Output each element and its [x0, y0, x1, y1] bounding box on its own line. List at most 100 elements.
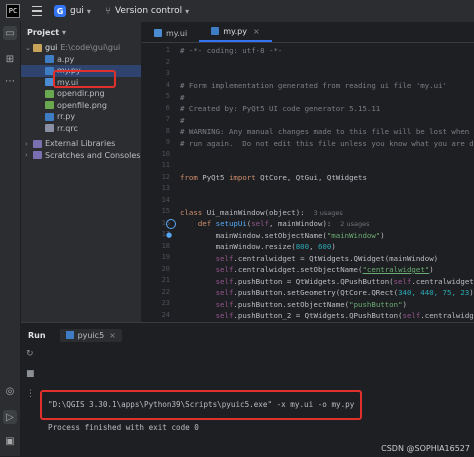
- class-marker-icon[interactable]: [166, 219, 176, 229]
- tree-item[interactable]: rr.qrc: [21, 123, 141, 135]
- code-line: # run again. Do not edit this file unles…: [180, 138, 474, 148]
- tree-item-label: External Libraries: [45, 139, 116, 149]
- usages-hint[interactable]: 3 usages: [314, 209, 343, 217]
- code-line: self.pushButton.setObjectName("pushButto…: [180, 300, 407, 309]
- number-literal: 340, 440, 75, 23: [398, 288, 470, 297]
- keyword: def: [197, 219, 212, 228]
- run-header: Run pyuic5 ×: [21, 323, 474, 347]
- code-line: #: [180, 92, 185, 102]
- code-text: )): [469, 288, 474, 297]
- usages-hint[interactable]: 2 usages: [340, 220, 369, 228]
- line-number: 10: [161, 149, 170, 158]
- more-tools-icon[interactable]: ⋯: [3, 74, 17, 88]
- code-line: self.centralwidget.setObjectName("centra…: [180, 265, 434, 274]
- project-tool-icon[interactable]: ▭: [3, 26, 17, 40]
- line-number: 8: [165, 126, 170, 135]
- string-literal: "mainWindow": [326, 230, 381, 240]
- line-number-gutter: 1234567891011121314151617181920212223242…: [142, 43, 172, 342]
- main-menu-icon[interactable]: [32, 6, 42, 16]
- code-text: ): [331, 242, 336, 251]
- line-number: 13: [161, 184, 170, 192]
- tree-item[interactable]: rr.py: [21, 111, 141, 123]
- chevron-down-icon[interactable]: ▾: [185, 7, 189, 16]
- rerun-icon[interactable]: ↻: [26, 349, 34, 359]
- tree-item[interactable]: › External Libraries: [21, 138, 141, 150]
- more-icon[interactable]: ⋮: [26, 389, 35, 399]
- terminal-icon[interactable]: ▣: [3, 434, 17, 448]
- tree-item[interactable]: opendir.png: [21, 88, 141, 100]
- version-control-menu[interactable]: Version control: [115, 6, 182, 16]
- python-file-icon: [211, 27, 220, 35]
- tree-item[interactable]: ⌄ gui E:\code\gui\gui: [21, 42, 141, 54]
- pycharm-logo-icon[interactable]: PC: [6, 4, 20, 18]
- code-line: # WARNING: Any manual changes made to th…: [180, 127, 474, 136]
- run-tab-label: pyuic5: [77, 330, 105, 340]
- line-number: 14: [161, 195, 170, 204]
- code-line: def setupUi(self, mainWindow): 2 usages: [180, 219, 370, 228]
- resource-file-icon: [45, 124, 54, 133]
- run-tool-icon[interactable]: ▷: [3, 410, 17, 424]
- stop-icon[interactable]: ■: [26, 369, 35, 379]
- python-file-icon: [65, 331, 74, 339]
- project-name[interactable]: gui: [70, 6, 84, 16]
- close-icon[interactable]: ×: [109, 331, 116, 340]
- code-text: Ui_mainWindow: [202, 207, 265, 217]
- number-literal: 600: [317, 242, 332, 251]
- chevron-down-icon[interactable]: ▾: [62, 28, 66, 37]
- number-literal: 800: [295, 242, 310, 251]
- code-text: (object):: [264, 207, 305, 217]
- tree-item-label: rr.py: [57, 112, 76, 122]
- watermark: CSDN @SOPHIA16527: [381, 444, 470, 453]
- tree-item[interactable]: a.py: [21, 54, 141, 66]
- tree-item[interactable]: › Scratches and Consoles: [21, 150, 141, 162]
- keyword: from: [180, 173, 198, 182]
- code-text: .centralwidget.setObjectName(: [233, 265, 363, 274]
- line-number: 23: [161, 299, 170, 307]
- code-area[interactable]: # -*- coding: utf-8 -*- # Form implement…: [180, 43, 474, 323]
- line-number: 18: [161, 241, 170, 250]
- folder-path: E:\code\gui\gui: [60, 43, 121, 53]
- code-text: .centralwidget): [411, 276, 474, 286]
- chevron-icon[interactable]: ⌄: [25, 44, 33, 52]
- code-text: .centralwidget = QtWidgets.QWidget(mainW…: [233, 253, 439, 263]
- python-packages-icon[interactable]: ◎: [3, 384, 17, 398]
- self-keyword: self: [215, 265, 234, 274]
- method-marker-icon[interactable]: ●: [166, 231, 172, 239]
- code-text: .centralwidget): [420, 311, 474, 320]
- tree-item[interactable]: openfile.png: [21, 100, 141, 112]
- code-line: self.pushButton_2 = QtWidgets.QPushButto…: [180, 311, 474, 320]
- code-text: ): [402, 299, 407, 309]
- tree-item-label: a.py: [57, 54, 75, 64]
- run-side-toolbar: ↻ ■ ⋮: [21, 347, 41, 457]
- editor-area: my.ui my.py × 1 2 3 4 5 6 7 8 9 10 11 12 13 14 15 16 17 18…: [142, 22, 474, 342]
- chevron-icon[interactable]: ›: [25, 140, 33, 148]
- branch-icon: ⑂: [104, 5, 111, 17]
- self-keyword: self: [393, 276, 412, 286]
- close-icon[interactable]: ×: [253, 27, 260, 36]
- tab-my-ui[interactable]: my.ui: [142, 24, 199, 42]
- chevron-icon[interactable]: ›: [25, 151, 33, 159]
- line-number: 20: [161, 264, 170, 273]
- code-text: PyQt5: [197, 173, 229, 182]
- plugins-icon[interactable]: ⊞: [3, 52, 17, 66]
- code-text: .pushButton.setObjectName(: [233, 299, 350, 309]
- tab-label: my.py: [223, 26, 247, 36]
- code-text: mainWindow.setObjectName(: [215, 230, 327, 240]
- line-number: 2: [165, 57, 170, 66]
- self-keyword: self: [215, 288, 234, 297]
- code-line: # -*- coding: utf-8 -*-: [180, 46, 283, 55]
- line-number: 5: [165, 92, 170, 100]
- title-bar: PC G gui ▾ ⑂ Version control ▾: [0, 0, 474, 23]
- line-number: 24: [161, 310, 170, 319]
- project-panel-title: Project: [27, 27, 60, 37]
- function-name: setupUi: [211, 219, 247, 228]
- run-tab-pyuic5[interactable]: pyuic5 ×: [59, 328, 122, 342]
- project-badge[interactable]: G: [54, 5, 66, 17]
- chevron-down-icon[interactable]: ▾: [87, 7, 91, 16]
- python-file-icon: [45, 55, 54, 64]
- keyword: class: [180, 207, 203, 217]
- tab-my-py[interactable]: my.py ×: [199, 22, 272, 42]
- editor-tabs: my.ui my.py ×: [142, 22, 474, 43]
- code-text: ): [429, 265, 434, 274]
- code-text: mainWindow.resize(: [215, 242, 296, 251]
